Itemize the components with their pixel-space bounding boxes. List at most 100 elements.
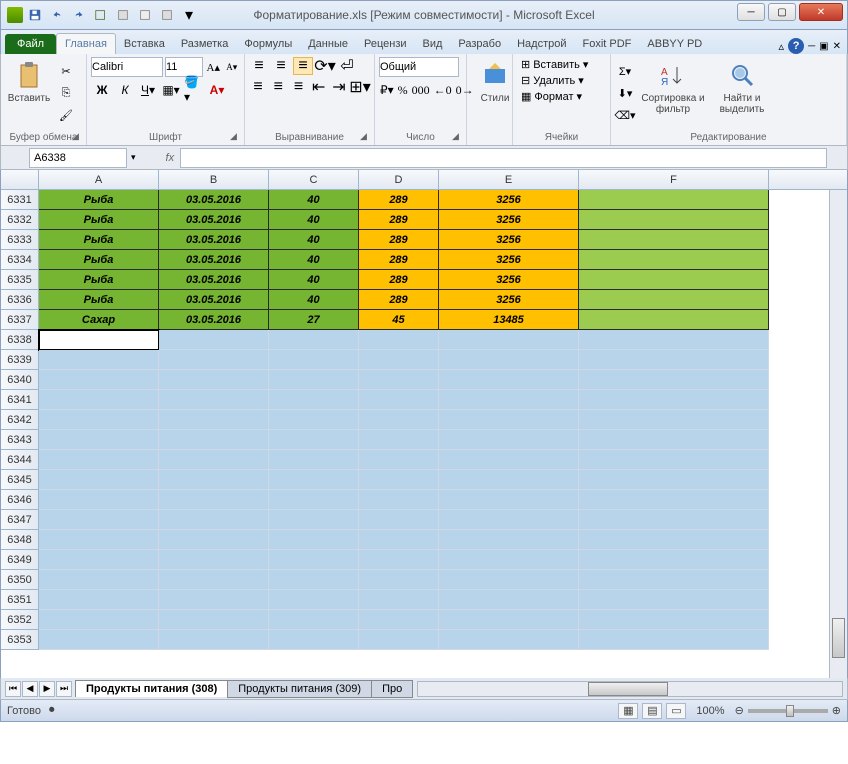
cell[interactable]: 289 (359, 270, 439, 290)
increase-indent-button[interactable]: ⇥ (330, 78, 348, 96)
font-color-button[interactable]: A▾ (206, 80, 228, 100)
row-header[interactable]: 6339 (1, 350, 39, 370)
zoom-out-button[interactable]: ⊖ (735, 704, 744, 717)
font-dialog-launcher[interactable]: ◢ (230, 131, 242, 143)
row-header[interactable]: 6335 (1, 270, 39, 290)
decrease-decimal-button[interactable]: 0→ (455, 80, 475, 100)
cell[interactable] (269, 490, 359, 510)
format-cells-button[interactable]: ▦ Формат ▾ (517, 89, 606, 104)
tab-dev[interactable]: Разрабо (450, 34, 509, 54)
cell[interactable] (269, 630, 359, 650)
cell[interactable]: 03.05.2016 (159, 310, 269, 330)
row-header[interactable]: 6332 (1, 210, 39, 230)
cell[interactable] (579, 430, 769, 450)
cell[interactable]: 03.05.2016 (159, 230, 269, 250)
row-header[interactable]: 6334 (1, 250, 39, 270)
sheet-next-button[interactable]: ▶ (39, 681, 55, 697)
sort-filter-button[interactable]: АЯ Сортировка и фильтр (638, 57, 708, 130)
tab-formulas[interactable]: Формулы (236, 34, 300, 54)
tab-abbyy[interactable]: ABBYY PD (639, 34, 710, 54)
cell[interactable]: 289 (359, 250, 439, 270)
cell[interactable] (579, 230, 769, 250)
cell[interactable] (269, 610, 359, 630)
cell[interactable] (359, 350, 439, 370)
grow-font-button[interactable]: A▴ (205, 57, 222, 77)
autosum-button[interactable]: Σ▾ (615, 62, 635, 82)
cell[interactable] (39, 390, 159, 410)
cell[interactable] (439, 410, 579, 430)
name-box[interactable]: A6338 (29, 148, 127, 168)
align-dialog-launcher[interactable]: ◢ (360, 131, 372, 143)
column-header[interactable]: F (579, 170, 769, 189)
cell[interactable] (39, 570, 159, 590)
cell[interactable]: 289 (359, 190, 439, 210)
cell[interactable] (579, 550, 769, 570)
doc-restore-icon[interactable]: ▣ (819, 41, 828, 52)
tab-home[interactable]: Главная (56, 33, 116, 54)
font-name-select[interactable] (91, 57, 163, 77)
cell[interactable] (39, 470, 159, 490)
cell[interactable] (579, 590, 769, 610)
cell[interactable] (269, 470, 359, 490)
tab-data[interactable]: Данные (300, 34, 356, 54)
row-header[interactable]: 6331 (1, 190, 39, 210)
row-header[interactable]: 6346 (1, 490, 39, 510)
cell[interactable] (269, 390, 359, 410)
cell[interactable]: 3256 (439, 270, 579, 290)
cell[interactable] (269, 330, 359, 350)
cell[interactable] (439, 350, 579, 370)
align-middle-button[interactable]: ≡ (271, 57, 291, 75)
row-header[interactable]: 6351 (1, 590, 39, 610)
cell[interactable] (439, 390, 579, 410)
styles-button[interactable]: Стили (471, 57, 519, 106)
shrink-font-button[interactable]: A▾ (224, 57, 241, 77)
cell[interactable] (39, 530, 159, 550)
delete-cells-button[interactable]: ⊟ Удалить ▾ (517, 73, 606, 88)
tab-foxit[interactable]: Foxit PDF (575, 34, 640, 54)
align-right-button[interactable]: ≡ (289, 78, 307, 96)
currency-button[interactable]: ₽▾ (379, 80, 395, 100)
cell[interactable] (39, 430, 159, 450)
cell[interactable] (359, 470, 439, 490)
cell[interactable] (359, 430, 439, 450)
row-header[interactable]: 6353 (1, 630, 39, 650)
row-header[interactable]: 6343 (1, 430, 39, 450)
sheet-tab[interactable]: Продукты питания (309) (227, 680, 372, 698)
formula-input[interactable] (180, 148, 827, 168)
cell[interactable] (269, 430, 359, 450)
cell[interactable]: 03.05.2016 (159, 290, 269, 310)
cell[interactable] (159, 530, 269, 550)
zoom-level[interactable]: 100% (696, 705, 724, 717)
cell[interactable] (439, 370, 579, 390)
cell[interactable] (159, 350, 269, 370)
cell[interactable] (159, 330, 269, 350)
file-tab[interactable]: Файл (5, 34, 56, 54)
tab-addins[interactable]: Надстрой (509, 34, 574, 54)
cell[interactable] (359, 410, 439, 430)
cell[interactable] (359, 570, 439, 590)
cell[interactable]: Рыба (39, 230, 159, 250)
cell[interactable] (579, 450, 769, 470)
orientation-button[interactable]: ⟳▾ (315, 57, 335, 75)
cell[interactable] (39, 370, 159, 390)
vertical-scrollbar[interactable] (829, 190, 847, 678)
percent-button[interactable]: % (397, 80, 409, 100)
cell[interactable] (439, 530, 579, 550)
cell[interactable] (39, 450, 159, 470)
cell[interactable] (439, 610, 579, 630)
cell[interactable] (579, 530, 769, 550)
cell[interactable] (269, 550, 359, 570)
doc-minimize-icon[interactable]: ─ (808, 41, 815, 52)
cell[interactable] (579, 370, 769, 390)
cell[interactable] (269, 530, 359, 550)
close-button[interactable]: ✕ (799, 3, 843, 21)
column-header[interactable]: A (39, 170, 159, 189)
fx-icon[interactable]: fx (166, 152, 175, 164)
cell[interactable] (39, 350, 159, 370)
cell[interactable] (359, 450, 439, 470)
cell[interactable]: 289 (359, 210, 439, 230)
row-header[interactable]: 6341 (1, 390, 39, 410)
cell[interactable] (359, 610, 439, 630)
cell[interactable] (359, 370, 439, 390)
row-header[interactable]: 6333 (1, 230, 39, 250)
